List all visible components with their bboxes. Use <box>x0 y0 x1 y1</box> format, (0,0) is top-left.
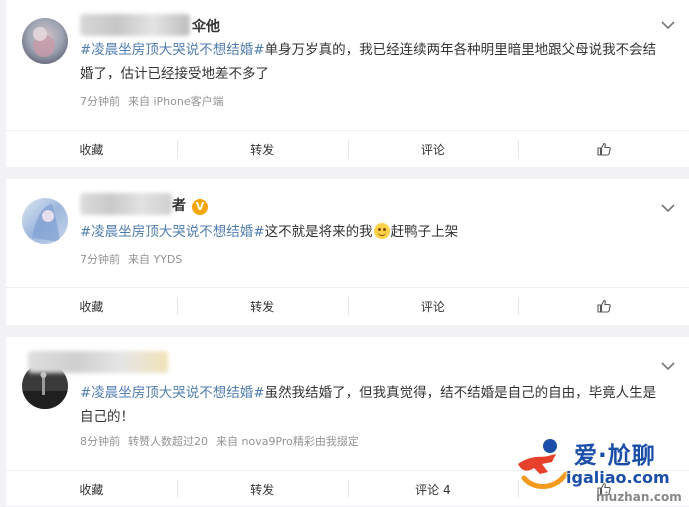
username[interactable]: 伞他 <box>192 16 220 36</box>
post-meta: 7分钟前 来自 iPhone客户端 <box>80 93 232 109</box>
post-source: 来自 iPhone客户端 <box>128 95 224 108</box>
username-blurred <box>80 14 190 36</box>
username-blurred <box>80 193 172 215</box>
username-blurred <box>28 351 168 373</box>
repost-button[interactable]: 转发 <box>176 288 348 324</box>
post-time[interactable]: 7分钟前 <box>80 95 120 108</box>
post-meta: 8分钟前 转赞人数超过20 来自 nova9Pro精彩由我掇定 <box>80 433 367 449</box>
like-button[interactable] <box>518 288 689 324</box>
watermark-logo-icon <box>518 439 569 489</box>
comment-button[interactable]: 评论 4 <box>347 471 519 507</box>
watermark-domain: igaliao.com <box>566 468 670 487</box>
post-text: #凌晨坐房顶大哭说不想结婚#单身万岁真的，我已经连续两年各种明里暗里地跟父母说我… <box>80 42 657 82</box>
post-source: 来自 nova9Pro精彩由我掇定 <box>216 435 359 448</box>
avatar[interactable] <box>22 18 68 64</box>
post-text: #凌晨坐房顶大哭说不想结婚#这不就是将来的我 赶鸭子上架 <box>80 223 459 240</box>
chevron-down-icon[interactable] <box>661 361 675 371</box>
username[interactable]: 者 <box>172 195 186 215</box>
like-button[interactable] <box>518 131 689 167</box>
collect-button[interactable]: 收藏 <box>6 471 177 507</box>
hashtag-link[interactable]: #凌晨坐房顶大哭说不想结婚# <box>80 224 265 240</box>
watermark-domain-secondary: niuzhan.com <box>596 490 682 504</box>
action-bar: 收藏 转发 评论 <box>6 130 689 167</box>
collect-button[interactable]: 收藏 <box>6 288 177 324</box>
post-card-2: 者 V #凌晨坐房顶大哭说不想结婚#这不就是将来的我 赶鸭子上架 7分钟前 来自 Y… <box>6 179 689 325</box>
repost-button[interactable]: 转发 <box>176 131 348 167</box>
avatar[interactable] <box>22 198 68 244</box>
post-time[interactable]: 8分钟前 <box>80 435 120 448</box>
chevron-down-icon[interactable] <box>661 203 675 213</box>
watermark-brand: 爱·尬聊 <box>574 443 656 469</box>
post-likes-note: 转赞人数超过20 <box>128 435 208 448</box>
post-meta: 7分钟前 来自 YYDS <box>80 251 190 267</box>
comment-button[interactable]: 评论 <box>347 131 519 167</box>
repost-button[interactable]: 转发 <box>176 471 348 507</box>
collect-button[interactable]: 收藏 <box>6 131 177 167</box>
hashtag-link[interactable]: #凌晨坐房顶大哭说不想结婚# <box>80 385 265 401</box>
comment-button[interactable]: 评论 <box>347 288 519 324</box>
hashtag-link[interactable]: #凌晨坐房顶大哭说不想结婚# <box>80 42 265 58</box>
thumbs-up-icon <box>597 299 611 313</box>
thumbs-up-icon <box>597 142 611 156</box>
chevron-down-icon[interactable] <box>661 20 675 30</box>
post-text: #凌晨坐房顶大哭说不想结婚#虽然我结婚了，但我真觉得，结不结婚是自己的自由，毕竟… <box>80 385 657 425</box>
post-source: 来自 YYDS <box>128 253 183 266</box>
post-card-1: 伞他 #凌晨坐房顶大哭说不想结婚#单身万岁真的，我已经连续两年各种明里暗里地跟父… <box>6 0 689 167</box>
post-time[interactable]: 7分钟前 <box>80 253 120 266</box>
verified-badge-icon: V <box>192 199 208 215</box>
action-bar: 收藏 转发 评论 <box>6 287 689 324</box>
smile-emoji-icon <box>373 223 390 239</box>
